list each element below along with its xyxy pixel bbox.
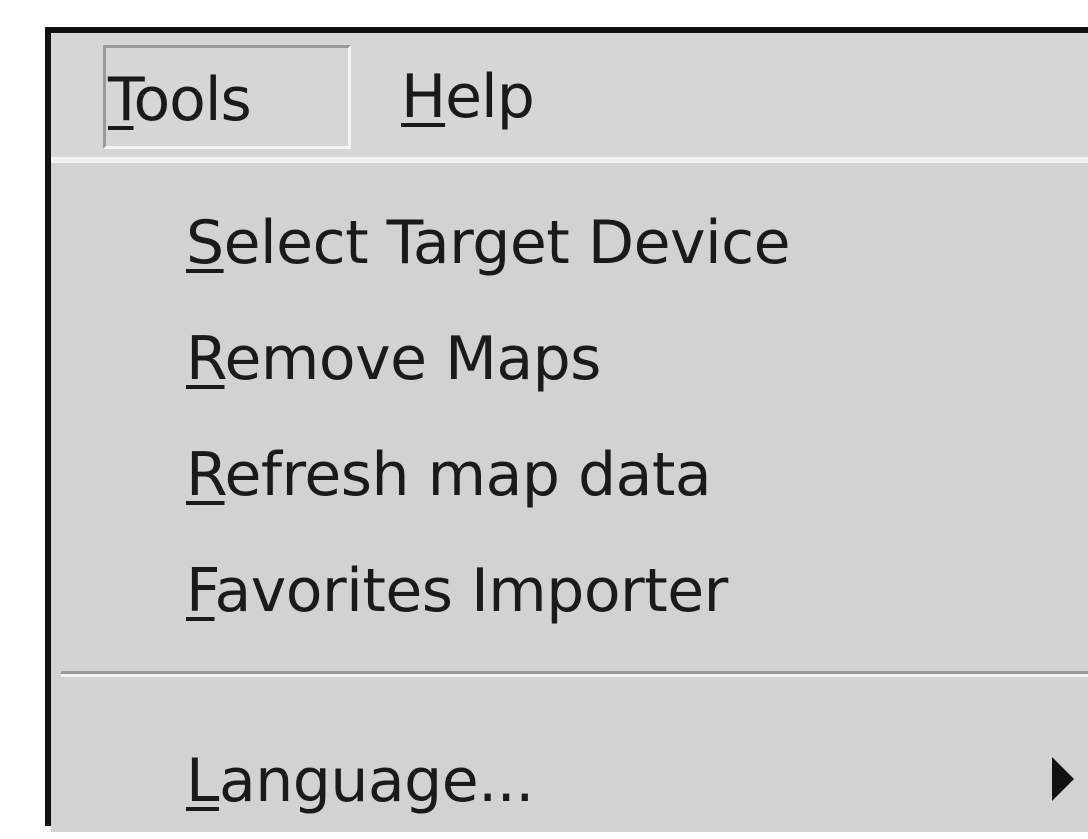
application-window: Tools Help Select Target Device Remove M… <box>45 27 1088 832</box>
menu-item-label: efresh map data <box>224 440 712 510</box>
menu-item-refresh-map-data[interactable]: Refresh map data <box>51 417 1088 533</box>
menu-item-mnemonic: S <box>186 208 224 278</box>
menu-item-label: elect Target Device <box>223 208 791 278</box>
menu-item-select-target-device[interactable]: Select Target Device <box>51 185 1088 301</box>
menu-help[interactable]: Help <box>401 45 601 149</box>
menu-item-mnemonic: F <box>186 556 215 626</box>
menu-separator <box>61 671 1088 677</box>
menu-help-label: elp <box>445 62 535 132</box>
menu-bar: Tools Help <box>51 33 1088 157</box>
menu-item-label: emove Maps <box>224 324 602 394</box>
menu-tools[interactable]: Tools <box>103 45 351 149</box>
menu-item-favorites-importer[interactable]: Favorites Importer <box>51 533 1088 649</box>
menu-item-mnemonic: R <box>186 324 225 394</box>
menu-item-language[interactable]: Language... <box>51 723 1088 839</box>
menu-help-mnemonic: H <box>401 62 446 132</box>
menu-tools-mnemonic: T <box>108 65 134 135</box>
menu-item-remove-maps[interactable]: Remove Maps <box>51 301 1088 417</box>
menu-item-label: anguage... <box>218 746 534 816</box>
tools-dropdown-menu: Select Target Device Remove Maps Refresh… <box>51 157 1088 832</box>
menu-item-label: avorites Importer <box>214 556 729 626</box>
submenu-arrow-icon <box>1052 757 1074 801</box>
menu-item-mnemonic: R <box>186 440 225 510</box>
menu-tools-label: ools <box>133 65 251 135</box>
menu-item-mnemonic: L <box>186 746 219 816</box>
